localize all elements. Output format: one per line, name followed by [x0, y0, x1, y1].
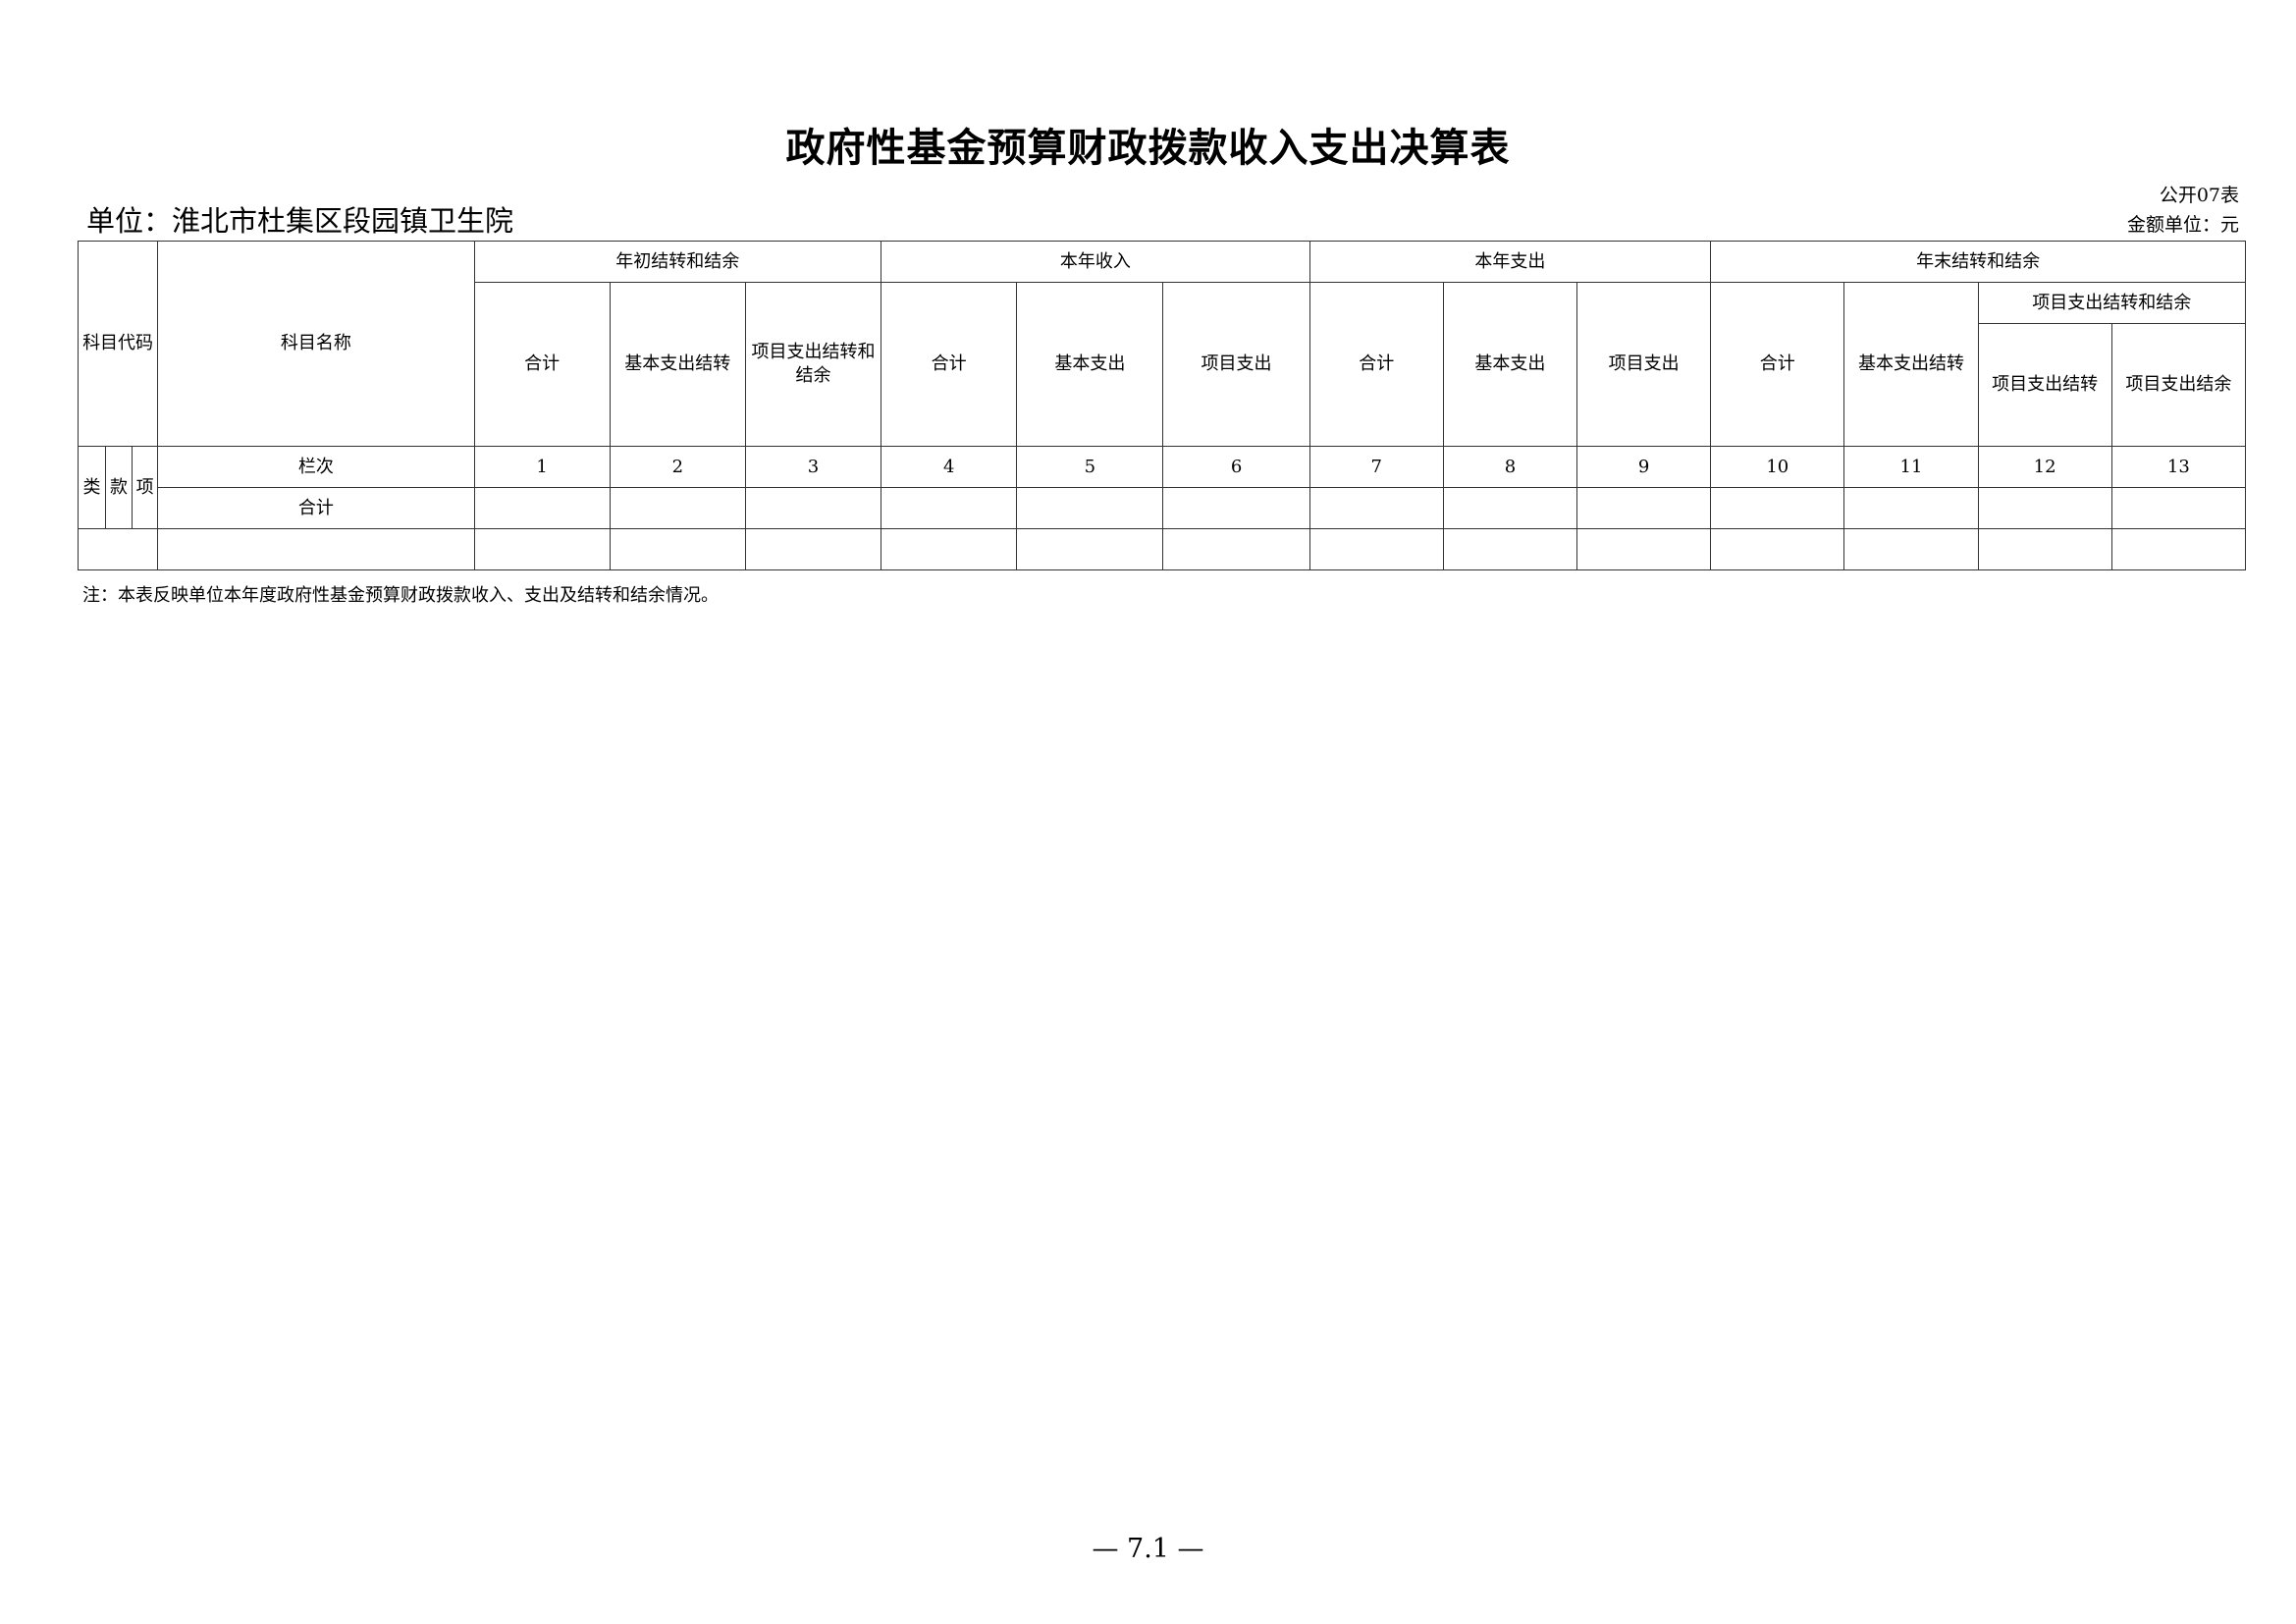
- table-cell: [1162, 487, 1310, 529]
- table-cell: [473, 487, 611, 529]
- table-cell: [2110, 487, 2247, 529]
- col-number-2: 2: [609, 446, 746, 488]
- table-cell: [1977, 528, 2112, 570]
- table-cell: [1575, 487, 1712, 529]
- form-number: 公开07表: [2159, 185, 2239, 206]
- table-cell: [77, 528, 159, 570]
- unit-label: 单位：淮北市杜集区段园镇卫生院: [86, 204, 514, 238]
- page-number: — 7.1 —: [1092, 1534, 1204, 1564]
- header-col-1: 合计: [473, 282, 611, 447]
- currency-unit: 金额单位：元: [2126, 214, 2239, 236]
- header-col-7: 合计: [1308, 282, 1444, 447]
- header-col-10: 合计: [1710, 282, 1845, 447]
- header-col-3: 项目支出结转和结余: [744, 282, 882, 447]
- table-cell: [609, 528, 746, 570]
- header-col-8: 基本支出: [1442, 282, 1578, 447]
- header-col-6: 项目支出: [1162, 282, 1310, 447]
- col-number-12: 12: [1977, 446, 2112, 488]
- header-col-5: 基本支出: [1016, 282, 1164, 447]
- col-index-label: 栏次: [157, 446, 475, 488]
- table-cell: [1442, 487, 1578, 529]
- header-group-expense: 本年支出: [1308, 241, 1712, 283]
- table-cell: [157, 528, 475, 570]
- header-group-income: 本年收入: [881, 241, 1310, 283]
- table-cell: [1442, 528, 1578, 570]
- table-cell: [1016, 487, 1164, 529]
- table-cell: [1977, 487, 2112, 529]
- col-number-1: 1: [473, 446, 611, 488]
- table-cell: [1710, 487, 1845, 529]
- header-col-9: 项目支出: [1575, 282, 1712, 447]
- table-cell: [1710, 528, 1845, 570]
- table-cell: [744, 528, 882, 570]
- table-cell: [1575, 528, 1712, 570]
- header-subject-code: 科目代码: [77, 241, 159, 447]
- col-number-6: 6: [1162, 446, 1310, 488]
- page-title: 政府性基金预算财政拨款收入支出决算表: [785, 126, 1511, 171]
- col-number-10: 10: [1710, 446, 1845, 488]
- budget-table: 科目代码 科目名称 年初结转和结余 本年收入 本年支出 年末结转和结余 合计 基…: [77, 241, 2247, 570]
- table-note: 注：本表反映单位本年度政府性基金预算财政拨款收入、支出及结转和结余情况。: [82, 585, 719, 606]
- table-cell: [473, 528, 611, 570]
- col-number-4: 4: [881, 446, 1018, 488]
- code-sub-section: 款: [105, 446, 133, 529]
- header-subject-name: 科目名称: [157, 241, 475, 447]
- header-col-11: 基本支出结转: [1843, 282, 1979, 447]
- table-cell: [881, 528, 1018, 570]
- total-row: 合计: [79, 487, 2247, 529]
- table-cell: [881, 487, 1018, 529]
- col-number-13: 13: [2110, 446, 2247, 488]
- col-number-8: 8: [1442, 446, 1578, 488]
- table-cell: [1162, 528, 1310, 570]
- table-cell: [1016, 528, 1164, 570]
- table-cell: [1308, 487, 1444, 529]
- code-sub-class: 类: [77, 446, 107, 529]
- header-group-begin: 年初结转和结余: [473, 241, 882, 283]
- header-group-end: 年末结转和结余: [1710, 241, 2246, 283]
- header-col-12: 项目支出结转: [1977, 323, 2112, 447]
- col-number-7: 7: [1308, 446, 1444, 488]
- table-cell: [1843, 487, 1979, 529]
- header-col-2: 基本支出结转: [609, 282, 746, 447]
- table-cell: [2110, 528, 2247, 570]
- table-cell: [744, 487, 882, 529]
- header-col-4: 合计: [881, 282, 1018, 447]
- header-col-13: 项目支出结余: [2110, 323, 2247, 447]
- table-cell: [609, 487, 746, 529]
- col-number-5: 5: [1016, 446, 1164, 488]
- table-cell: [1308, 528, 1444, 570]
- total-label: 合计: [157, 487, 475, 529]
- table-cell: [1843, 528, 1979, 570]
- col-number-3: 3: [744, 446, 882, 488]
- header-sub-project-carry: 项目支出结转和结余: [1977, 282, 2247, 324]
- code-sub-item: 项: [132, 446, 159, 529]
- table-row: [77, 528, 2247, 570]
- col-number-11: 11: [1843, 446, 1979, 488]
- col-number-9: 9: [1575, 446, 1712, 488]
